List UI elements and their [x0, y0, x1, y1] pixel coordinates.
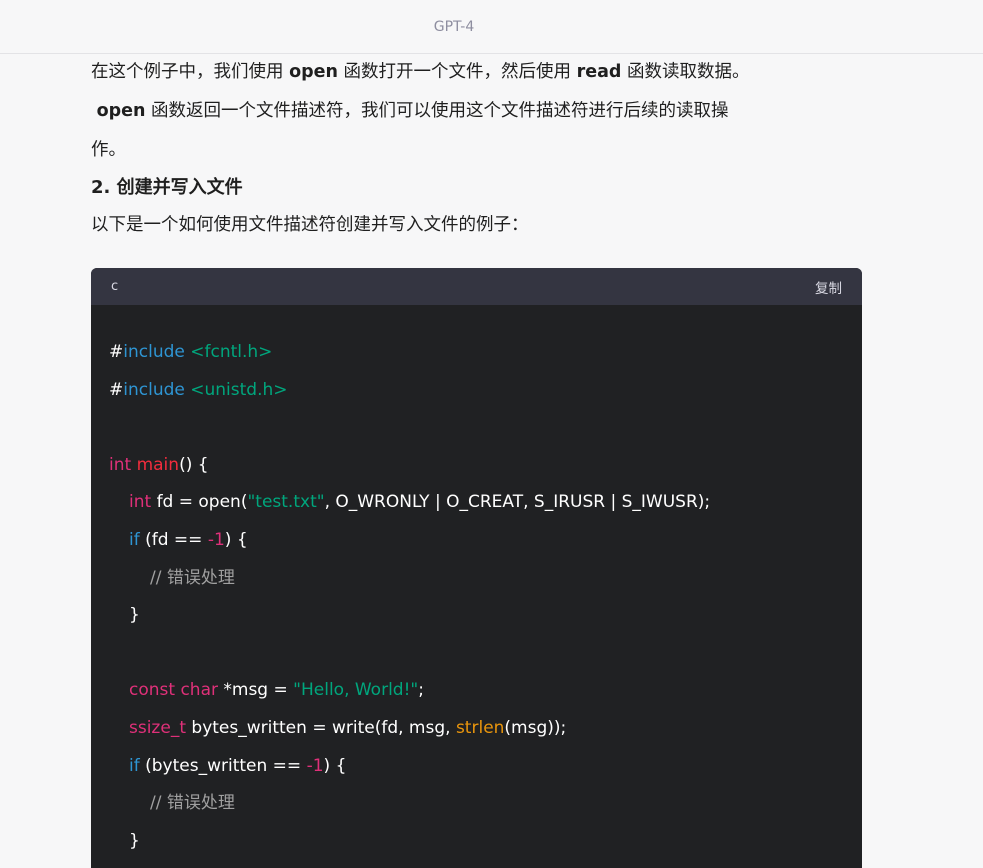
code-token: include — [123, 379, 185, 400]
code-token: int — [129, 492, 152, 513]
code-token: # — [109, 342, 124, 362]
code-token: include — [123, 342, 185, 362]
code-block: c 复制 #include <fcntl.h> #include <unistd… — [91, 268, 862, 868]
inline-bold-read: read — [576, 62, 622, 82]
code-line: // 错误处理 — [109, 560, 844, 598]
top-bar: GPT-4 — [0, 0, 983, 54]
code-token: (bytes_written == — [139, 755, 307, 776]
text-span: 在这个例子中，我们使用 — [91, 62, 290, 82]
code-token: "Hello, World!" — [293, 680, 419, 701]
text-span: 函数读取数据。 — [621, 62, 750, 82]
code-header: c 复制 — [91, 268, 862, 305]
paragraph-4: 以下是一个如何使用文件描述符创建并写入文件的例子： — [91, 215, 529, 235]
code-comment: // 错误处理 — [150, 793, 235, 814]
code-token: strlen — [455, 717, 505, 738]
code-line: #include <unistd.h> — [109, 372, 844, 410]
code-token: if — [129, 755, 140, 776]
code-token: ssize_t — [129, 717, 186, 738]
code-line: } — [109, 823, 844, 861]
code-token: fd = open( — [151, 492, 248, 513]
code-token: , O_WRONLY | O_CREAT, S_IRUSR | S_IWUSR)… — [324, 492, 711, 513]
code-token: ) { — [323, 755, 347, 776]
code-body: #include <fcntl.h> #include <unistd.h> i… — [91, 305, 862, 860]
code-comment: // 错误处理 — [150, 567, 235, 588]
code-token: char — [180, 680, 218, 701]
code-language-label: c — [111, 279, 119, 294]
paragraph-1: 在这个例子中，我们使用 open 函数打开一个文件，然后使用 read 函数读取… — [91, 53, 871, 92]
text-span: 函数返回一个文件描述符，我们可以使用这个文件描述符进行后续的读取操 — [145, 101, 729, 121]
code-token: const — [129, 680, 176, 701]
code-token: (fd == — [139, 529, 208, 550]
code-line: #include <fcntl.h> — [109, 334, 844, 372]
message-content: 在这个例子中，我们使用 open 函数打开一个文件，然后使用 read 函数读取… — [91, 53, 871, 245]
copy-code-button[interactable]: 复制 — [815, 277, 842, 297]
code-token: -1 — [306, 755, 324, 776]
code-token: *msg = — [217, 680, 294, 701]
code-line: } — [109, 597, 844, 635]
paragraph-2: open 函数返回一个文件描述符，我们可以使用这个文件描述符进行后续的读取操 — [91, 92, 871, 131]
code-line: int main() { — [109, 447, 844, 485]
code-line: if (bytes_written == -1) { — [109, 748, 844, 786]
code-token: } — [129, 605, 140, 626]
code-token: ) { — [224, 529, 248, 550]
code-token: bytes_written = write(fd, msg, — [186, 717, 456, 738]
model-title: GPT-4 — [433, 18, 475, 35]
code-token: <unistd.h> — [190, 379, 288, 400]
code-token: int — [109, 454, 132, 475]
code-token: } — [129, 830, 140, 851]
code-token: # — [109, 379, 124, 400]
code-line: int fd = open("test.txt", O_WRONLY | O_C… — [109, 484, 844, 522]
inline-bold-open: open — [289, 62, 338, 82]
code-line: ssize_t bytes_written = write(fd, msg, s… — [109, 710, 844, 748]
code-line: const char *msg = "Hello, World!"; — [109, 672, 844, 710]
code-token: "test.txt" — [247, 492, 325, 513]
inline-bold-open: open — [96, 101, 146, 121]
code-token: ; — [418, 680, 424, 701]
code-token: () { — [179, 454, 209, 475]
code-token: <fcntl.h> — [190, 342, 273, 362]
code-token: main — [136, 454, 180, 475]
code-line: // 错误处理 — [109, 785, 844, 823]
code-line: if (fd == -1) { — [109, 522, 844, 560]
paragraph-3: 作。 — [91, 140, 126, 160]
text-span: 函数打开一个文件，然后使用 — [337, 62, 577, 82]
code-token: (msg)); — [504, 717, 567, 738]
code-token: -1 — [207, 529, 225, 550]
section-heading: 2. 创建并写入文件 — [91, 177, 243, 198]
code-token: if — [129, 529, 140, 550]
